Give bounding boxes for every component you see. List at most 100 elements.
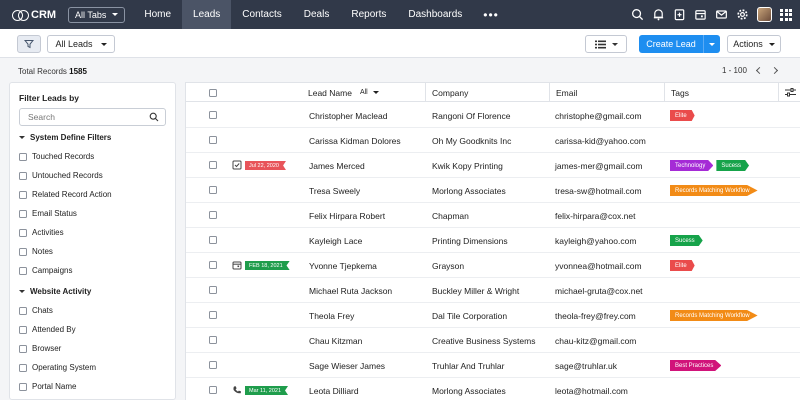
filter-checkbox[interactable] bbox=[19, 266, 27, 275]
filter-option[interactable]: Activities bbox=[19, 228, 64, 237]
email-link[interactable]: carissa-kid@yahoo.com bbox=[555, 128, 646, 153]
lead-name-link[interactable]: Felix Hirpara Robert bbox=[309, 203, 385, 228]
filter-option[interactable]: Attended By bbox=[19, 325, 76, 334]
search-icon[interactable] bbox=[631, 8, 644, 21]
page-range[interactable]: 1 - 100 bbox=[722, 66, 747, 75]
view-mode-dropdown[interactable] bbox=[585, 35, 627, 53]
lead-name-link[interactable]: Chau Kitzman bbox=[309, 328, 362, 353]
nav-tab-leads[interactable]: Leads bbox=[182, 0, 232, 29]
previous-page-icon[interactable] bbox=[755, 66, 763, 75]
lead-name-link[interactable]: Kayleigh Lace bbox=[309, 228, 362, 253]
filter-checkbox[interactable] bbox=[19, 171, 27, 180]
filter-checkbox[interactable] bbox=[19, 325, 27, 334]
bell-icon[interactable] bbox=[652, 8, 665, 21]
filter-option[interactable]: Browser bbox=[19, 344, 61, 353]
header-tags[interactable]: Tags bbox=[664, 83, 689, 102]
tag-badge[interactable]: Records Matching Workflow bbox=[670, 185, 758, 196]
lead-name-link[interactable]: Sage Wieser James bbox=[309, 353, 385, 378]
app-grid-icon[interactable] bbox=[780, 8, 792, 21]
lead-name-link[interactable]: Tresa Sweely bbox=[309, 178, 360, 203]
tag-badge[interactable]: Records Matching Workflow bbox=[670, 310, 758, 321]
lead-name-link[interactable]: Leota Dilliard bbox=[309, 378, 359, 400]
select-all-checkbox[interactable] bbox=[209, 88, 217, 97]
email-link[interactable]: kayleigh@yahoo.com bbox=[555, 228, 636, 253]
row-checkbox[interactable] bbox=[209, 136, 217, 144]
table-row[interactable]: Mar 11, 2021 Leota Dilliard Morlong Associ… bbox=[186, 378, 800, 400]
filter-checkbox[interactable] bbox=[19, 152, 27, 161]
filter-checkbox[interactable] bbox=[19, 228, 27, 237]
lead-name-link[interactable]: Theola Frey bbox=[309, 303, 354, 328]
row-checkbox[interactable] bbox=[209, 386, 217, 394]
calendar-icon[interactable] bbox=[694, 8, 707, 21]
filter-checkbox[interactable] bbox=[19, 190, 27, 199]
header-email[interactable]: Email bbox=[549, 83, 577, 102]
calendar-icon[interactable] bbox=[232, 260, 242, 270]
row-checkbox[interactable] bbox=[209, 111, 217, 119]
actions-dropdown[interactable]: Actions bbox=[727, 35, 781, 53]
email-link[interactable]: chau-kitz@gmail.com bbox=[555, 328, 636, 353]
filter-checkbox[interactable] bbox=[19, 363, 27, 372]
lead-name-link[interactable]: Christopher Maclead bbox=[309, 103, 387, 128]
gear-icon[interactable] bbox=[736, 8, 749, 21]
filter-option[interactable]: Email Status bbox=[19, 209, 77, 218]
filter-option[interactable]: Related Record Action bbox=[19, 190, 112, 199]
user-avatar[interactable] bbox=[757, 7, 772, 22]
task-icon[interactable] bbox=[232, 160, 242, 170]
phone-icon[interactable] bbox=[232, 385, 242, 395]
email-link[interactable]: yvonnea@hotmail.com bbox=[555, 253, 642, 278]
tag-badge[interactable]: Elite bbox=[670, 110, 695, 121]
filter-option[interactable]: Operating System bbox=[19, 363, 96, 372]
column-settings-icon[interactable] bbox=[785, 88, 796, 97]
table-row[interactable]: Christopher Maclead Rangoni Of Florence ch… bbox=[186, 103, 800, 128]
tag-badge[interactable]: Best Practices bbox=[670, 360, 722, 371]
email-link[interactable]: tresa-sw@hotmail.com bbox=[555, 178, 642, 203]
filter-section-header[interactable]: System Define Filters bbox=[19, 133, 111, 142]
nav-tab-dashboards[interactable]: Dashboards bbox=[397, 0, 473, 29]
more-tabs-button[interactable]: ••• bbox=[473, 0, 509, 29]
lead-name-link[interactable]: Carissa Kidman Dolores bbox=[309, 128, 401, 153]
filter-checkbox[interactable] bbox=[19, 382, 27, 391]
table-row[interactable]: Felix Hirpara Robert Chapman felix-hirpara… bbox=[186, 203, 800, 228]
next-page-icon[interactable] bbox=[770, 66, 778, 75]
email-link[interactable]: sage@truhlar.uk bbox=[555, 353, 617, 378]
filter-option[interactable]: Touched Records bbox=[19, 152, 94, 161]
email-link[interactable]: leota@hotmail.com bbox=[555, 378, 628, 400]
filter-option[interactable]: Chats bbox=[19, 306, 53, 315]
tag-badge[interactable]: Sucess bbox=[716, 160, 750, 171]
tag-badge[interactable]: Elite bbox=[670, 260, 695, 271]
tag-badge[interactable]: Technology bbox=[670, 160, 714, 171]
filter-toggle-button[interactable] bbox=[17, 35, 41, 53]
row-checkbox[interactable] bbox=[209, 211, 217, 219]
row-checkbox[interactable] bbox=[209, 186, 217, 194]
email-link[interactable]: felix-hirpara@cox.net bbox=[555, 203, 635, 228]
tag-badge[interactable]: Sucess bbox=[670, 235, 703, 246]
nav-tab-home[interactable]: Home bbox=[133, 0, 182, 29]
filter-checkbox[interactable] bbox=[19, 344, 27, 353]
email-link[interactable]: michael-gruta@cox.net bbox=[555, 278, 643, 303]
nav-tab-reports[interactable]: Reports bbox=[340, 0, 397, 29]
mail-icon[interactable] bbox=[715, 8, 728, 21]
filter-option[interactable]: Notes bbox=[19, 247, 53, 256]
table-row[interactable]: Michael Ruta Jackson Buckley Miller & Wri… bbox=[186, 278, 800, 303]
row-checkbox[interactable] bbox=[209, 311, 217, 319]
filter-option[interactable]: Portal Name bbox=[19, 382, 76, 391]
table-row[interactable]: Carissa Kidman Dolores Oh My Goodknits In… bbox=[186, 128, 800, 153]
app-logo[interactable]: CRM bbox=[0, 9, 62, 21]
add-note-icon[interactable] bbox=[673, 8, 686, 21]
nav-tab-deals[interactable]: Deals bbox=[293, 0, 341, 29]
create-options-dropdown[interactable] bbox=[703, 35, 720, 53]
table-row[interactable]: Kayleigh Lace Printing Dimensions kayleigh… bbox=[186, 228, 800, 253]
filter-checkbox[interactable] bbox=[19, 247, 27, 256]
row-checkbox[interactable] bbox=[209, 236, 217, 244]
row-checkbox[interactable] bbox=[209, 336, 217, 344]
email-link[interactable]: theola-frey@frey.com bbox=[555, 303, 636, 328]
table-row[interactable]: Chau Kitzman Creative Business Systems cha… bbox=[186, 328, 800, 353]
row-checkbox[interactable] bbox=[209, 361, 217, 369]
lead-name-link[interactable]: Yvonne Tjepkema bbox=[309, 253, 377, 278]
filter-option[interactable]: Campaigns bbox=[19, 266, 72, 275]
table-row[interactable]: Theola Frey Dal Tile Corporation theola-fr… bbox=[186, 303, 800, 328]
table-row[interactable]: Jul 22, 2020 James Merced Kwik Kopy Printi… bbox=[186, 153, 800, 178]
table-row[interactable]: Sage Wieser James Truhlar And Truhlar sage… bbox=[186, 353, 800, 378]
header-company[interactable]: Company bbox=[425, 83, 468, 102]
row-checkbox[interactable] bbox=[209, 286, 217, 294]
